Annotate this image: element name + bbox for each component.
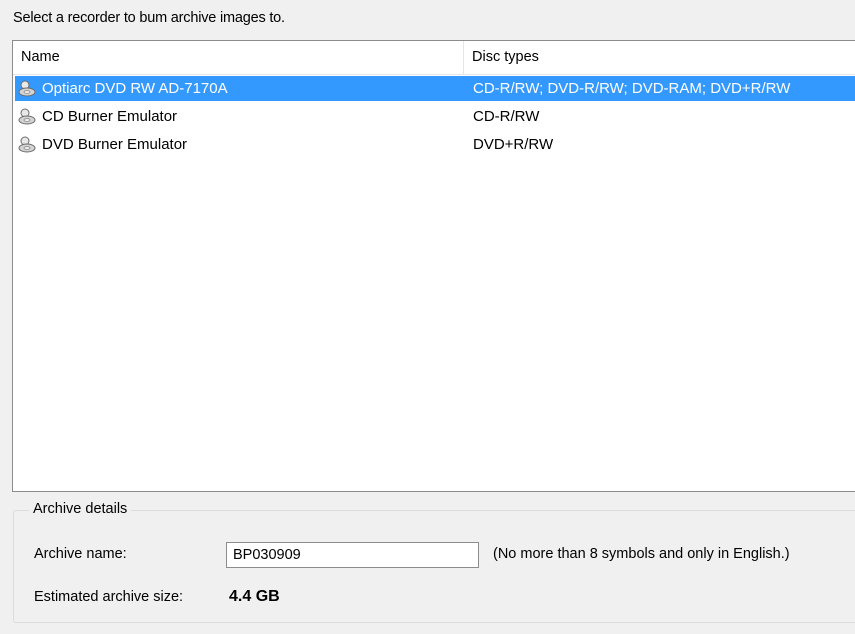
recorder-list[interactable]: Name Disc types Optiarc DVD RW AD-7170A … bbox=[12, 40, 855, 492]
archive-name-hint: (No more than 8 symbols and only in Engl… bbox=[493, 546, 790, 562]
archive-name-label: Archive name: bbox=[34, 546, 127, 562]
disc-drive-icon bbox=[18, 107, 36, 133]
column-header-disc-types[interactable]: Disc types bbox=[464, 41, 855, 74]
group-title: Archive details bbox=[29, 501, 132, 517]
estimated-size-label: Estimated archive size: bbox=[34, 589, 184, 605]
disc-drive-icon bbox=[18, 135, 36, 161]
recorder-disc-types: DVD+R/RW bbox=[473, 136, 554, 153]
recorder-row-optiarc[interactable]: Optiarc DVD RW AD-7170A CD-R/RW; DVD-R/R… bbox=[15, 76, 855, 101]
recorder-name: Optiarc DVD RW AD-7170A bbox=[42, 80, 228, 97]
disc-drive-icon bbox=[18, 79, 36, 105]
recorder-row-dvd-emulator[interactable]: DVD Burner Emulator DVD+R/RW bbox=[15, 132, 855, 157]
archive-details-group: Archive details Archive name: (No more t… bbox=[13, 498, 855, 623]
column-header-name[interactable]: Name bbox=[13, 41, 464, 74]
instruction-text: Select a recorder to bum archive images … bbox=[13, 10, 285, 26]
recorder-name: DVD Burner Emulator bbox=[42, 136, 188, 153]
recorder-disc-types: CD-R/RW bbox=[473, 108, 540, 125]
estimated-size-value: 4.4 GB bbox=[229, 588, 280, 605]
recorder-row-cd-emulator[interactable]: CD Burner Emulator CD-R/RW bbox=[15, 104, 855, 129]
recorder-name: CD Burner Emulator bbox=[42, 108, 178, 125]
list-header: Name Disc types bbox=[13, 41, 855, 75]
recorder-disc-types: CD-R/RW; DVD-R/RW; DVD-RAM; DVD+R/RW bbox=[473, 80, 791, 97]
archive-name-input[interactable] bbox=[226, 542, 479, 568]
